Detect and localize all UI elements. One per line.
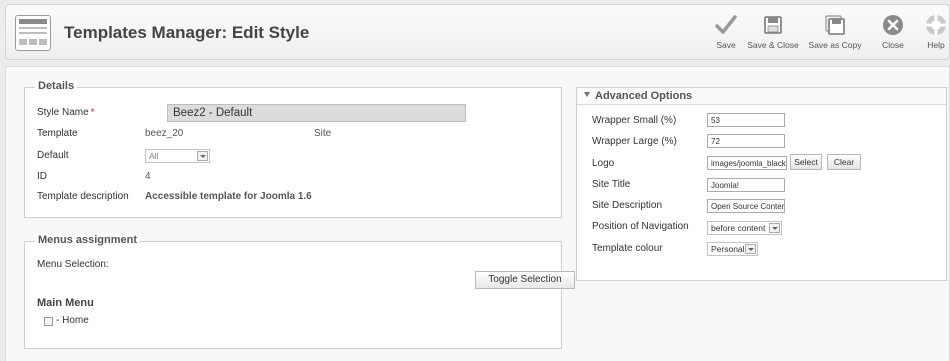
- id-value: 4: [145, 171, 151, 182]
- main-menu-title: Main Menu: [37, 297, 94, 309]
- wrapper-small-label: Wrapper Small (%): [592, 115, 677, 126]
- default-select-value: All: [149, 151, 159, 161]
- wrapper-small-input[interactable]: 53: [707, 113, 785, 127]
- template-label: Template: [37, 128, 78, 139]
- logo-select-button[interactable]: Select: [790, 154, 822, 170]
- site-description-input[interactable]: Open Source Conter: [707, 199, 785, 213]
- template-colour-select[interactable]: Personal: [707, 242, 758, 256]
- toggle-selection-button[interactable]: Toggle Selection: [475, 271, 575, 289]
- default-label: Default: [37, 150, 69, 161]
- nav-position-label: Position of Navigation: [592, 221, 689, 232]
- menus-assignment-legend: Menus assignment: [35, 234, 141, 246]
- save-as-copy-label: Save as Copy: [808, 40, 862, 50]
- close-icon: [883, 15, 903, 35]
- details-fieldset: Details Style Name* Template beez_20 Sit…: [24, 80, 562, 218]
- nav-position-value: before content: [711, 223, 766, 233]
- header-bar: Templates Manager: Edit Style Save Save …: [5, 4, 950, 60]
- help-lifebuoy-icon: [926, 15, 946, 35]
- id-label: ID: [37, 171, 47, 182]
- advanced-options-panel: Advanced Options Wrapper Small (%) 53 Wr…: [576, 87, 947, 281]
- disk-copy-icon: [825, 15, 845, 35]
- chevron-down-icon: [197, 151, 208, 161]
- save-label: Save: [716, 40, 736, 50]
- save-button[interactable]: Save: [711, 11, 741, 57]
- template-colour-value: Personal: [711, 244, 745, 254]
- nav-position-select[interactable]: before content: [707, 221, 782, 235]
- template-description-label: Template description: [37, 191, 129, 202]
- menus-assignment-fieldset: Menus assignment Menu Selection: Toggle …: [24, 234, 575, 349]
- template-colour-label: Template colour: [592, 243, 663, 254]
- logo-clear-button[interactable]: Clear: [827, 154, 861, 170]
- menu-item-home-label: - Home: [56, 315, 89, 326]
- advanced-options-title: Advanced Options: [595, 90, 693, 102]
- details-legend: Details: [35, 80, 78, 92]
- logo-input[interactable]: images/joomla_black: [707, 156, 787, 170]
- triangle-down-icon: [584, 92, 590, 97]
- chevron-down-icon: [769, 223, 780, 233]
- style-name-input[interactable]: [167, 104, 466, 122]
- page-title: Templates Manager: Edit Style: [64, 23, 310, 42]
- wrapper-large-label: Wrapper Large (%): [592, 136, 677, 147]
- chevron-down-icon: [745, 244, 756, 254]
- menu-selection-label: Menu Selection:: [37, 259, 109, 270]
- templates-icon: [15, 15, 51, 51]
- advanced-options-toggle[interactable]: Advanced Options: [577, 88, 946, 105]
- style-name-label: Style Name *: [37, 107, 95, 118]
- site-description-label: Site Description: [592, 200, 663, 211]
- template-client-value: Site: [314, 128, 332, 139]
- checkmark-icon: [715, 15, 737, 34]
- menu-item-home-checkbox[interactable]: [44, 317, 53, 326]
- save-close-label: Save & Close: [747, 40, 799, 50]
- save-close-button[interactable]: Save & Close: [745, 11, 801, 57]
- main-panel: Details Style Name* Template beez_20 Sit…: [5, 66, 950, 361]
- template-value: beez_20: [145, 128, 184, 139]
- default-select[interactable]: All: [145, 149, 210, 163]
- wrapper-large-input[interactable]: 72: [707, 134, 785, 148]
- disk-icon: [764, 16, 782, 34]
- logo-label: Logo: [592, 158, 615, 169]
- close-button[interactable]: Close: [877, 11, 909, 57]
- save-as-copy-button[interactable]: Save as Copy: [805, 11, 865, 57]
- help-label: Help: [927, 40, 945, 50]
- site-title-input[interactable]: Joomla!: [707, 178, 785, 192]
- template-description-value: Accessible template for Joomla 1.6: [145, 191, 312, 202]
- close-label: Close: [882, 40, 904, 50]
- site-title-label: Site Title: [592, 179, 631, 190]
- help-button[interactable]: Help: [923, 11, 949, 57]
